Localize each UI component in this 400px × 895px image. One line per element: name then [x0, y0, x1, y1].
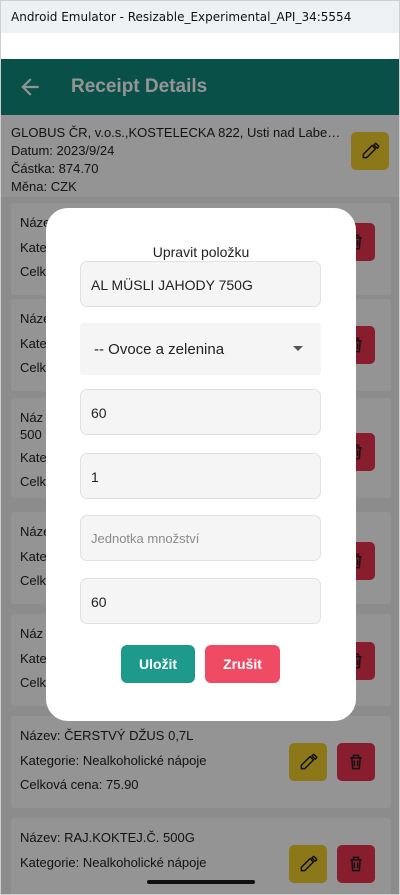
save-button[interactable]: Uložit	[121, 645, 195, 683]
cancel-button[interactable]: Zrušit	[205, 645, 280, 683]
price-input[interactable]: 60	[80, 389, 321, 435]
dialog-title: Upravit položku	[152, 244, 250, 260]
total-price-value: 60	[91, 594, 107, 610]
dropdown-arrow-icon	[293, 346, 303, 351]
emulator-window: Android Emulator - Resizable_Experimenta…	[0, 0, 400, 895]
price-value: 60	[91, 405, 107, 421]
unit-placeholder: Jednotka množství	[91, 531, 200, 546]
total-price-input[interactable]: 60	[80, 578, 321, 624]
item-name-value: AL MÜSLI JAHODY 750G	[91, 277, 253, 293]
gesture-nav-bar[interactable]	[147, 880, 255, 884]
quantity-value: 1	[91, 469, 99, 485]
window-title: Android Emulator - Resizable_Experimenta…	[11, 10, 352, 24]
category-selected: -- Ovoce a zelenina	[94, 341, 225, 358]
unit-input[interactable]: Jednotka množství	[80, 515, 321, 561]
quantity-input[interactable]: 1	[80, 453, 321, 499]
edit-item-dialog: Upravit položku AL MÜSLI JAHODY 750G -- …	[46, 208, 356, 721]
item-name-input[interactable]: AL MÜSLI JAHODY 750G	[80, 261, 321, 307]
window-titlebar: Android Emulator - Resizable_Experimenta…	[1, 1, 399, 33]
status-bar	[1, 33, 399, 59]
category-select[interactable]: -- Ovoce a zelenina	[80, 323, 321, 375]
